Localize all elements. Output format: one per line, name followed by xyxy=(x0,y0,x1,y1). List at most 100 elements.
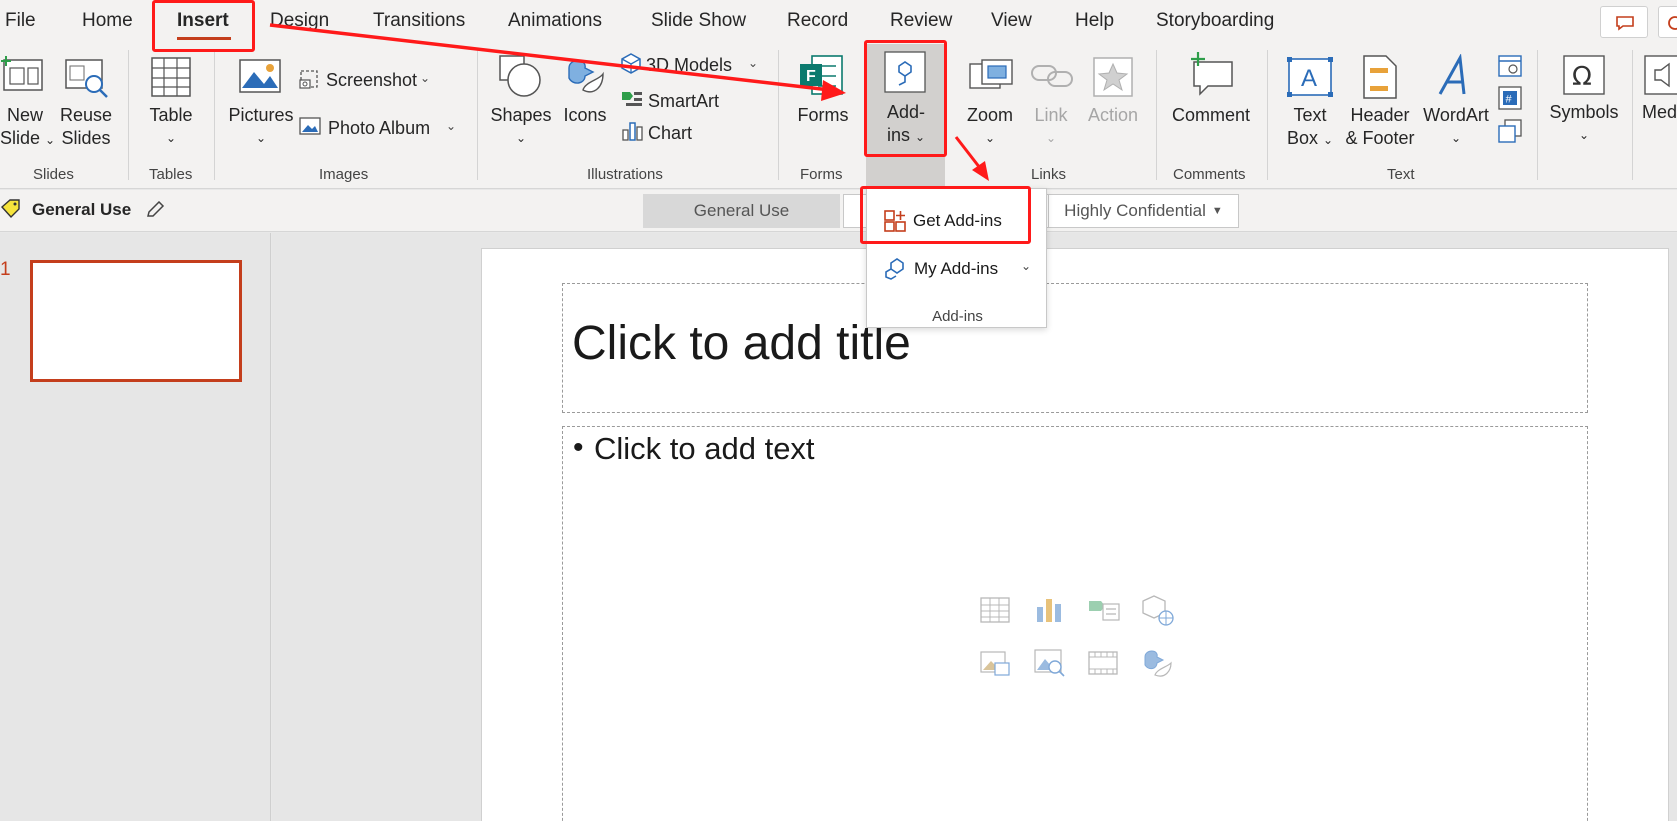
sensitivity-tag-icon xyxy=(1,199,20,219)
icons-icon xyxy=(568,59,604,93)
screenshot-button[interactable]: Screenshot ⌄ xyxy=(296,64,436,94)
tab-review[interactable]: Review xyxy=(890,10,952,32)
photo-album-button[interactable]: Photo Album ⌄ xyxy=(296,112,461,142)
group-label-images: Images xyxy=(319,166,369,183)
tab-help[interactable]: Help xyxy=(1075,10,1114,32)
new-comment-icon xyxy=(1191,52,1233,96)
chart-label: Chart xyxy=(648,123,693,143)
forms-button[interactable]: Forms xyxy=(792,104,854,127)
new-slide-label-2: Slide ⌄ xyxy=(0,127,55,152)
insert-pictures-icon[interactable] xyxy=(1033,647,1067,679)
comment-button[interactable]: Comment xyxy=(1168,104,1254,127)
sensitivity-option-general-label: General Use xyxy=(693,201,790,220)
title-placeholder[interactable]: Click to add title xyxy=(562,283,1588,413)
pictures-icon xyxy=(239,59,281,93)
chevron-down-icon: ⌄ xyxy=(1045,131,1057,145)
wordart-button[interactable]: WordArt ⌄ xyxy=(1418,104,1494,150)
tab-home[interactable]: Home xyxy=(82,10,133,32)
object-icon[interactable] xyxy=(1497,118,1523,144)
sensitivity-option-hc-label: Highly Confidential xyxy=(1064,201,1206,220)
zoom-icon xyxy=(969,59,1013,89)
chevron-down-icon: ⌄ xyxy=(1021,259,1032,273)
sensitivity-option-general[interactable]: General Use xyxy=(643,194,840,228)
tab-animations[interactable]: Animations xyxy=(508,10,602,32)
pictures-button[interactable]: Pictures ⌄ xyxy=(228,104,294,150)
zoom-button[interactable]: Zoom ⌄ xyxy=(960,104,1020,150)
reuse-slides-label-1: Reuse xyxy=(59,105,113,125)
media-icon xyxy=(1644,55,1677,95)
screenshot-label: Screenshot xyxy=(326,70,418,90)
reuse-slides-icon xyxy=(65,59,108,98)
date-time-icon[interactable] xyxy=(1497,52,1523,78)
wordart-icon xyxy=(1438,54,1466,95)
link-icon xyxy=(1031,65,1073,87)
insert-smartart-icon[interactable] xyxy=(1087,595,1121,625)
reuse-slides-label-2: Slides xyxy=(61,128,111,148)
symbols-label: Symbols xyxy=(1549,102,1619,122)
smartart-label: SmartArt xyxy=(648,91,720,111)
insert-table-icon[interactable] xyxy=(979,595,1011,625)
tab-storyboarding[interactable]: Storyboarding xyxy=(1156,10,1274,32)
insert-stock-images-icon[interactable] xyxy=(979,649,1011,679)
group-label-tables: Tables xyxy=(149,166,193,183)
group-label-forms: Forms xyxy=(800,166,843,183)
chevron-down-icon: ⌄ xyxy=(984,131,996,145)
insert-chart-icon[interactable] xyxy=(1033,595,1065,625)
svg-text:A: A xyxy=(1301,65,1317,92)
body-placeholder[interactable]: • Click to add text xyxy=(562,426,1588,821)
tab-view[interactable]: View xyxy=(991,10,1032,32)
action-button[interactable]: Action xyxy=(1084,104,1142,127)
group-label-slides: Slides xyxy=(33,166,74,183)
icons-button[interactable]: Icons xyxy=(558,104,612,127)
symbols-button[interactable]: Symbols ⌄ xyxy=(1548,101,1620,147)
group-label-text: Text xyxy=(1387,166,1415,183)
3d-models-label: 3D Models xyxy=(646,55,733,75)
smartart-button[interactable]: SmartArt xyxy=(618,86,728,114)
slide-number: 1 xyxy=(0,259,11,280)
table-button[interactable]: Table ⌄ xyxy=(142,104,200,150)
text-box-icon: A xyxy=(1287,57,1333,97)
chart-button[interactable]: Chart xyxy=(618,118,708,146)
sensitivity-current-label: General Use xyxy=(32,200,132,219)
action-icon xyxy=(1093,57,1133,97)
comments-button[interactable] xyxy=(1600,6,1648,38)
addins-section-label: Add-ins xyxy=(932,308,983,325)
chevron-down-icon: ⌄ xyxy=(255,131,267,145)
pictures-label: Pictures xyxy=(228,105,294,125)
header-footer-icon xyxy=(1363,55,1397,99)
tab-file[interactable]: File xyxy=(5,10,36,32)
slide-number-icon[interactable]: # xyxy=(1497,85,1523,111)
shapes-label: Shapes xyxy=(490,105,552,125)
shapes-button[interactable]: Shapes ⌄ xyxy=(488,104,554,150)
chevron-down-icon: ⌄ xyxy=(748,56,759,70)
tab-slide-show[interactable]: Slide Show xyxy=(651,10,746,32)
header-footer-button[interactable]: Header & Footer xyxy=(1344,104,1416,150)
tab-design[interactable]: Design xyxy=(270,10,329,32)
text-box-button[interactable]: Text Box ⌄ xyxy=(1280,104,1340,152)
my-addins-menu-item[interactable]: My Add-ins ⌄ xyxy=(871,249,1043,287)
table-label: Table xyxy=(149,105,193,125)
group-separator xyxy=(128,50,129,180)
forms-label: Forms xyxy=(797,105,849,125)
tab-transitions[interactable]: Transitions xyxy=(373,10,465,32)
header-footer-label-2: & Footer xyxy=(1345,128,1415,148)
reuse-slides-button[interactable]: Reuse Slides xyxy=(58,104,114,150)
3d-models-button[interactable]: 3D Models ⌄ xyxy=(618,50,758,78)
highlight-box-insert-tab xyxy=(152,0,255,52)
insert-icons-icon[interactable] xyxy=(1141,645,1173,679)
tab-record[interactable]: Record xyxy=(787,10,848,32)
group-label-links: Links xyxy=(1031,166,1067,183)
record-button[interactable] xyxy=(1658,6,1677,38)
slide-thumbnail[interactable] xyxy=(30,260,242,382)
media-button[interactable]: Med xyxy=(1642,101,1677,124)
group-separator xyxy=(778,50,779,180)
sensitivity-option-highly-confidential[interactable]: Highly Confidential ▼ xyxy=(1048,194,1239,228)
group-separator xyxy=(1537,50,1538,180)
chevron-down-icon: ⌄ xyxy=(515,131,527,145)
pencil-icon[interactable] xyxy=(145,201,165,219)
new-slide-button[interactable]: New Slide ⌄ xyxy=(0,104,55,152)
link-button[interactable]: Link ⌄ xyxy=(1024,104,1078,150)
insert-3d-model-icon[interactable] xyxy=(1141,593,1175,627)
group-separator xyxy=(214,50,215,180)
insert-video-icon[interactable] xyxy=(1087,649,1119,677)
